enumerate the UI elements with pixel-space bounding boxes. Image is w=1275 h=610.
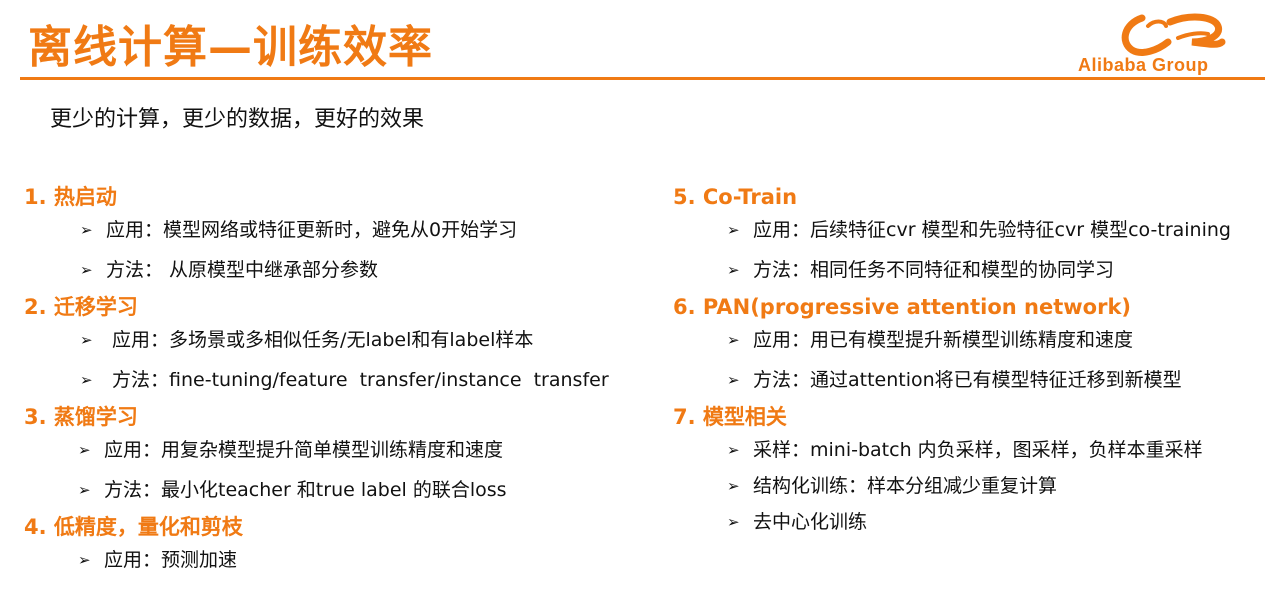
- list-item: ➢ 去中心化训练: [673, 504, 1231, 540]
- slide-subtitle: 更少的计算，更少的数据，更好的效果: [50, 107, 425, 132]
- section-heading: 2. 迁移学习: [24, 295, 138, 319]
- list-item-text: 应用：预测加速: [104, 549, 238, 571]
- list-item: ➢ 结构化训练：样本分组减少重复计算: [673, 468, 1231, 504]
- list-item: ➢ 应用：后续特征cvr 模型和先验特征cvr 模型co-training: [673, 212, 1231, 248]
- section-heading: 6. PAN(progressive attention network): [673, 295, 1132, 319]
- right-column: 5. Co-Train ➢ 应用：后续特征cvr 模型和先验特征cvr 模型co…: [673, 182, 1231, 540]
- section-transfer-learning: 2. 迁移学习 ➢ 应用：多场景或多相似任务/无label和有label样本 ➢…: [24, 292, 609, 402]
- list-item: ➢ 方法：fine-tuning/feature transfer/instan…: [24, 358, 609, 402]
- arrowhead-bullet-icon: ➢: [80, 221, 93, 239]
- list-item-text: 方法：fine-tuning/feature transfer/instance…: [106, 369, 609, 391]
- section-distillation: 3. 蒸馏学习 ➢ 应用：用复杂模型提升简单模型训练精度和速度 ➢ 方法：最小化…: [24, 402, 609, 512]
- left-column: 1. 热启动 ➢ 应用：模型网络或特征更新时，避免从0开始学习 ➢ 方法： 从原…: [24, 182, 609, 578]
- arrowhead-bullet-icon: ➢: [78, 551, 91, 569]
- list-item-text: 方法：通过attention将已有模型特征迁移到新模型: [753, 369, 1182, 391]
- list-item: ➢ 方法： 从原模型中继承部分参数: [24, 248, 609, 292]
- section-co-train: 5. Co-Train ➢ 应用：后续特征cvr 模型和先验特征cvr 模型co…: [673, 182, 1231, 292]
- list-item: ➢ 应用：预测加速: [24, 542, 609, 578]
- arrowhead-bullet-icon: ➢: [727, 477, 740, 495]
- arrowhead-bullet-icon: ➢: [80, 261, 93, 279]
- list-item: ➢ 应用：用复杂模型提升简单模型训练精度和速度: [24, 432, 609, 468]
- arrowhead-bullet-icon: ➢: [78, 481, 91, 499]
- list-item-text: 方法：最小化teacher 和true label 的联合loss: [104, 479, 507, 501]
- alibaba-smile-logo-icon: [1121, 13, 1226, 56]
- arrowhead-bullet-icon: ➢: [80, 371, 93, 389]
- list-item: ➢ 采样：mini-batch 内负采样，图采样，负样本重采样: [673, 432, 1231, 468]
- arrowhead-bullet-icon: ➢: [727, 371, 740, 389]
- arrowhead-bullet-icon: ➢: [80, 331, 93, 349]
- arrowhead-bullet-icon: ➢: [727, 261, 740, 279]
- arrowhead-bullet-icon: ➢: [727, 441, 740, 459]
- section-pan: 6. PAN(progressive attention network) ➢ …: [673, 292, 1231, 402]
- arrowhead-bullet-icon: ➢: [727, 513, 740, 531]
- arrowhead-bullet-icon: ➢: [727, 331, 740, 349]
- section-warm-start: 1. 热启动 ➢ 应用：模型网络或特征更新时，避免从0开始学习 ➢ 方法： 从原…: [24, 182, 609, 292]
- list-item-text: 去中心化训练: [753, 511, 868, 533]
- list-item: ➢ 方法：最小化teacher 和true label 的联合loss: [24, 468, 609, 512]
- list-item-text: 采样：mini-batch 内负采样，图采样，负样本重采样: [753, 439, 1203, 461]
- list-item-text: 应用：多场景或多相似任务/无label和有label样本: [106, 329, 534, 351]
- section-heading: 3. 蒸馏学习: [24, 405, 138, 429]
- list-item: ➢ 应用：用已有模型提升新模型训练精度和速度: [673, 322, 1231, 358]
- arrowhead-bullet-icon: ➢: [78, 441, 91, 459]
- list-item-text: 应用：用复杂模型提升简单模型训练精度和速度: [104, 439, 504, 461]
- section-heading: 7. 模型相关: [673, 405, 787, 429]
- alibaba-logo: Alibaba Group: [1070, 12, 1270, 78]
- list-item-text: 方法：相同任务不同特征和模型的协同学习: [753, 259, 1115, 281]
- list-item-text: 结构化训练：样本分组减少重复计算: [753, 475, 1058, 497]
- arrowhead-bullet-icon: ➢: [727, 221, 740, 239]
- list-item-text: 应用：模型网络或特征更新时，避免从0开始学习: [106, 219, 518, 241]
- section-heading: 5. Co-Train: [673, 185, 798, 209]
- list-item-text: 应用：用已有模型提升新模型训练精度和速度: [753, 329, 1134, 351]
- section-model-related: 7. 模型相关 ➢ 采样：mini-batch 内负采样，图采样，负样本重采样 …: [673, 402, 1231, 540]
- list-item: ➢ 方法：相同任务不同特征和模型的协同学习: [673, 248, 1231, 292]
- slide-title: 离线计算—训练效率: [28, 22, 433, 73]
- list-item-text: 方法： 从原模型中继承部分参数: [106, 259, 379, 281]
- section-heading: 4. 低精度，量化和剪枝: [24, 515, 243, 539]
- list-item: ➢ 方法：通过attention将已有模型特征迁移到新模型: [673, 358, 1231, 402]
- list-item-text: 应用：后续特征cvr 模型和先验特征cvr 模型co-training: [753, 219, 1231, 241]
- logo-wordmark: Alibaba Group: [1078, 55, 1209, 75]
- list-item: ➢ 应用：多场景或多相似任务/无label和有label样本: [24, 322, 609, 358]
- list-item: ➢ 应用：模型网络或特征更新时，避免从0开始学习: [24, 212, 609, 248]
- section-heading: 1. 热启动: [24, 185, 117, 209]
- section-low-precision: 4. 低精度，量化和剪枝 ➢ 应用：预测加速: [24, 512, 609, 578]
